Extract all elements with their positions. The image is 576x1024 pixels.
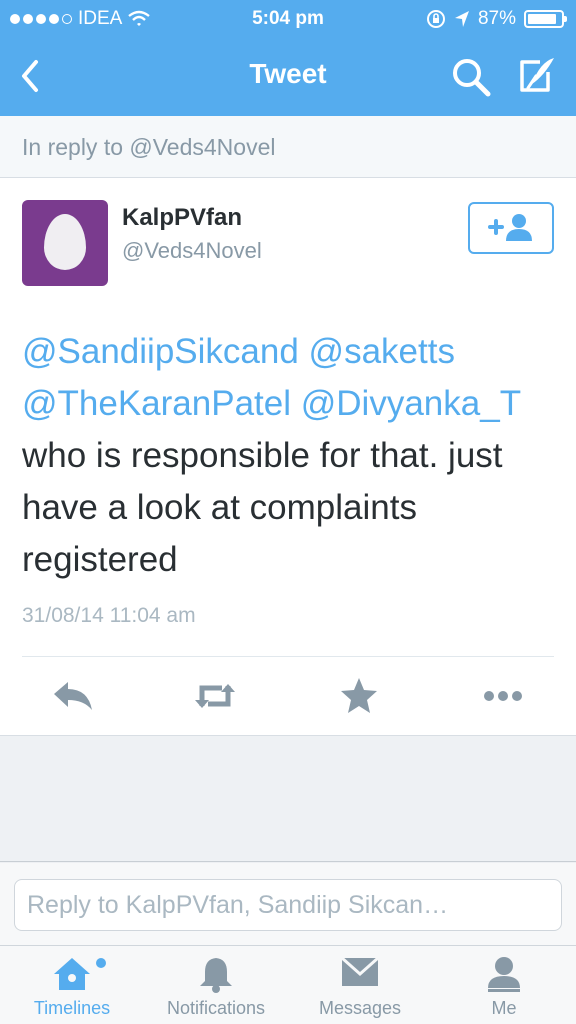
user-name[interactable]: KalpPVfan bbox=[122, 204, 242, 232]
mention-link[interactable]: @TheKaranPatel bbox=[22, 384, 291, 423]
nav-bar: Tweet bbox=[0, 38, 576, 116]
tab-messages[interactable]: Messages bbox=[288, 946, 432, 1024]
reply-context-text: In reply to @Veds4Novel bbox=[22, 134, 276, 160]
reply-bar bbox=[0, 863, 576, 945]
tab-label: Me bbox=[491, 998, 517, 1018]
tab-timelines[interactable]: Timelines bbox=[0, 946, 144, 1024]
battery-percent: 87% bbox=[477, 8, 516, 29]
location-icon bbox=[454, 11, 469, 27]
rotation-lock-icon bbox=[426, 10, 445, 28]
envelope-icon bbox=[341, 956, 379, 986]
tab-bar: Timelines Notifications Messages Me bbox=[0, 945, 576, 1024]
reply-icon[interactable] bbox=[50, 676, 96, 716]
search-icon[interactable] bbox=[450, 56, 492, 98]
reply-context-bar[interactable]: In reply to @Veds4Novel bbox=[0, 116, 576, 178]
battery-fill bbox=[528, 14, 556, 24]
status-bar: IDEA 5:04 pm 87% bbox=[0, 0, 576, 38]
retweet-icon[interactable] bbox=[192, 676, 238, 716]
unread-dot bbox=[96, 958, 106, 968]
battery-icon bbox=[524, 10, 567, 28]
conversation-area bbox=[0, 736, 576, 862]
status-right: 87% bbox=[426, 8, 567, 30]
tweet-detail: KalpPVfan @Veds4Novel @SandiipSikcand @s… bbox=[0, 178, 576, 736]
add-user-icon bbox=[488, 213, 532, 241]
top-header: IDEA 5:04 pm 87% Tweet bbox=[0, 0, 576, 116]
mention-link[interactable]: @SandiipSikcand bbox=[22, 332, 299, 371]
tab-me[interactable]: Me bbox=[432, 946, 576, 1024]
mention-link[interactable]: @saketts bbox=[309, 332, 455, 371]
home-icon bbox=[54, 958, 90, 990]
tab-label: Messages bbox=[318, 998, 402, 1018]
tab-label: Notifications bbox=[166, 998, 266, 1018]
user-handle[interactable]: @Veds4Novel bbox=[122, 238, 262, 264]
compose-icon[interactable] bbox=[514, 54, 558, 98]
tab-notifications[interactable]: Notifications bbox=[144, 946, 288, 1024]
tweet-timestamp: 31/08/14 11:04 am bbox=[22, 604, 196, 627]
person-icon bbox=[488, 957, 520, 992]
reply-input[interactable] bbox=[14, 879, 562, 931]
tweet-text: @SandiipSikcand @saketts @TheKaranPatel … bbox=[22, 326, 562, 586]
tab-label: Timelines bbox=[33, 998, 111, 1018]
avatar[interactable] bbox=[22, 200, 108, 286]
more-icon[interactable] bbox=[480, 676, 526, 716]
tweet-actions bbox=[0, 676, 576, 720]
bell-icon bbox=[200, 958, 232, 993]
favorite-icon[interactable] bbox=[336, 676, 382, 716]
tweet-body: who is responsible for that. just have a… bbox=[22, 436, 503, 579]
divider bbox=[22, 656, 554, 657]
mention-link[interactable]: @Divyanka_T bbox=[301, 384, 521, 423]
follow-button[interactable] bbox=[468, 202, 554, 254]
egg-avatar-icon bbox=[44, 214, 86, 270]
